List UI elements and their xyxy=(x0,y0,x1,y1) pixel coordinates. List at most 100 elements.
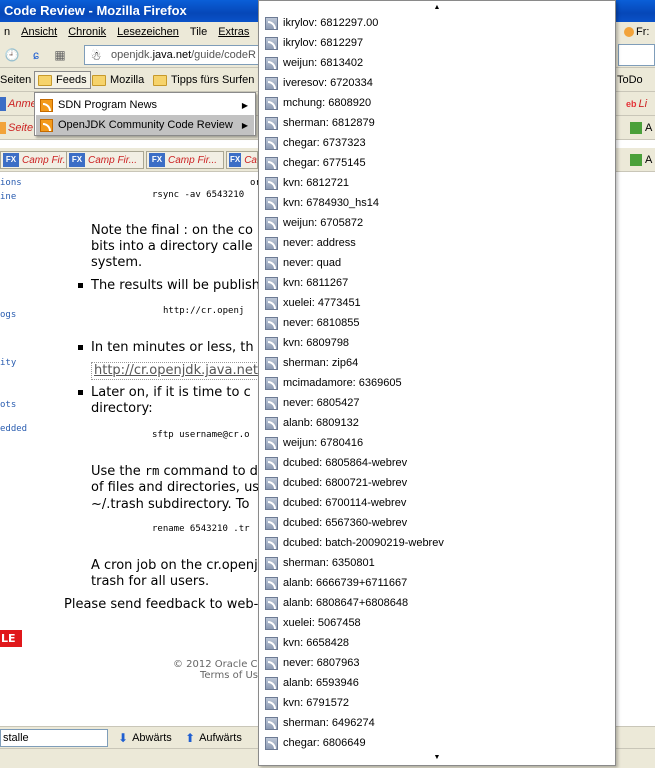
feed-item[interactable]: mcimadamore: 6369605 xyxy=(259,373,615,393)
feed-item[interactable]: iveresov: 6720334 xyxy=(259,73,615,93)
find-previous-button[interactable]: ⬆ Aufwärts xyxy=(185,731,242,745)
feed-item-label: alanb: 6593946 xyxy=(283,677,359,689)
feed-item[interactable]: sherman: zip64 xyxy=(259,353,615,373)
review-link[interactable]: http://cr.openjdk.java.net xyxy=(91,362,261,380)
feed-item[interactable]: sherman: 6496274 xyxy=(259,713,615,733)
feed-item[interactable]: weijun: 6813402 xyxy=(259,53,615,73)
feed-item[interactable]: never: quad xyxy=(259,253,615,273)
feed-item[interactable]: dcubed: 6700114-webrev xyxy=(259,493,615,513)
feed-item[interactable]: dcubed: batch-20090219-webrev xyxy=(259,533,615,553)
feed-item[interactable]: chegar: 6737323 xyxy=(259,133,615,153)
feed-item[interactable]: chegar: 6775145 xyxy=(259,153,615,173)
campfire-tab-label: Ca xyxy=(244,154,257,166)
side-nav-link[interactable]: ity xyxy=(0,358,16,368)
feed-item[interactable]: alanb: 6666739+6711667 xyxy=(259,573,615,593)
oracle-logo[interactable]: LE xyxy=(0,630,22,647)
feed-item-label: alanb: 6666739+6711667 xyxy=(283,577,408,589)
find-next-button[interactable]: ⬇ Abwärts xyxy=(118,731,172,745)
addon-a-1[interactable]: A xyxy=(630,122,652,135)
scroll-up-arrow-icon[interactable]: ▲ xyxy=(259,2,615,13)
bookmark-seiten[interactable]: Seiten xyxy=(0,71,31,89)
feeds-folder-menu: SDN Program News ▶ OpenJDK Community Cod… xyxy=(34,92,256,136)
feed-folder-sdn-program-news[interactable]: SDN Program News ▶ xyxy=(36,95,254,115)
site-identity-icon[interactable]: ☃ xyxy=(88,48,104,64)
addon-a-2[interactable]: A xyxy=(630,154,652,167)
feed-item[interactable]: dcubed: 6567360-webrev xyxy=(259,513,615,533)
side-nav-link[interactable]: ine xyxy=(0,192,16,202)
bookmark-todo[interactable]: ToDo xyxy=(617,71,643,89)
feed-item[interactable]: weijun: 6780416 xyxy=(259,433,615,453)
puzzle-icon xyxy=(630,154,642,167)
rss-feed-icon xyxy=(265,176,278,190)
rss-feed-icon xyxy=(265,156,278,170)
feed-item[interactable]: sherman: 6350801 xyxy=(259,553,615,573)
feed-item[interactable]: xuelei: 5067458 xyxy=(259,613,615,633)
feed-item[interactable]: kvn: 6811267 xyxy=(259,273,615,293)
menu-item-lesezeichen[interactable]: Lesezeichen xyxy=(113,26,183,38)
menu-item-extras[interactable]: Extras xyxy=(214,26,253,38)
grid-icon[interactable]: ▦ xyxy=(52,47,68,63)
feed-item[interactable]: kvn: 6658428 xyxy=(259,633,615,653)
feed-item[interactable]: ikrylov: 6812297 xyxy=(259,33,615,53)
rss-feed-icon xyxy=(265,96,278,110)
feed-folder-openjdk-code-review[interactable]: OpenJDK Community Code Review ▶ xyxy=(36,115,254,135)
feed-item[interactable]: kvn: 6791572 xyxy=(259,693,615,713)
bullet-text: The results will be publish xyxy=(91,278,260,293)
feed-item[interactable]: alanb: 6808647+6808648 xyxy=(259,593,615,613)
side-nav-link[interactable]: ions xyxy=(0,178,22,188)
feed-item[interactable]: ikrylov: 6812297.00 xyxy=(259,13,615,33)
bookmark-folder-mozilla[interactable]: Mozilla xyxy=(92,71,144,89)
campfire-tab[interactable]: FX Ca xyxy=(226,151,258,169)
rss-feed-icon xyxy=(265,456,278,470)
feed-item[interactable]: sherman: 6812879 xyxy=(259,113,615,133)
feed-item[interactable]: alanb: 6809132 xyxy=(259,413,615,433)
feed-item[interactable]: never: address xyxy=(259,233,615,253)
code-line: sftp username@cr.o xyxy=(152,430,250,440)
feed-item[interactable]: kvn: 6784930_hs14 xyxy=(259,193,615,213)
feed-item[interactable]: kvn: 6812721 xyxy=(259,173,615,193)
menu-item-datei[interactable]: n xyxy=(0,26,14,38)
menu-item-chronik[interactable]: Chronik xyxy=(64,26,110,38)
feed-item[interactable]: never: 6807963 xyxy=(259,653,615,673)
feed-item-label: dcubed: 6805864-webrev xyxy=(283,457,408,469)
toolbar-item-ebay[interactable]: eb Li xyxy=(626,95,647,113)
feed-item[interactable]: alanb: 6593946 xyxy=(259,673,615,693)
campfire-tab[interactable]: FX Camp Fir... xyxy=(66,151,144,169)
scroll-down-arrow-icon[interactable]: ▼ xyxy=(259,752,615,763)
rss-feed-icon xyxy=(265,236,278,250)
search-input[interactable] xyxy=(618,44,655,66)
feed-item[interactable]: dcubed: 6800721-webrev xyxy=(259,473,615,493)
menu-item-ansicht[interactable]: Ansicht xyxy=(17,26,61,38)
toolbar-item-anme[interactable]: Anme xyxy=(0,95,37,113)
feed-item[interactable]: never: 6805427 xyxy=(259,393,615,413)
feed-item-label: mchung: 6808920 xyxy=(283,97,372,109)
footer-terms-link[interactable]: Terms of Us xyxy=(200,670,258,681)
feed-item[interactable]: dcubed: 6805864-webrev xyxy=(259,453,615,473)
url-bar[interactable]: openjdk.java.net/guide/codeR xyxy=(84,45,264,65)
rss-feed-icon xyxy=(265,356,278,370)
paragraph-line: Use the rm command to d xyxy=(91,464,258,479)
side-nav-link[interactable]: edded xyxy=(0,424,27,434)
side-nav-link[interactable]: ots xyxy=(0,400,16,410)
bookmark-folder-tipps[interactable]: Tipps fürs Surfen xyxy=(153,71,254,89)
bookmark-folder-feeds[interactable]: Feeds xyxy=(34,71,91,89)
toolbar-item-seite[interactable]: Seite xyxy=(0,119,33,137)
find-input[interactable]: stalle xyxy=(0,729,108,747)
url-domain: java.net xyxy=(152,49,192,61)
side-nav-link[interactable]: ogs xyxy=(0,310,16,320)
history-clock-icon[interactable]: 🕘 xyxy=(4,47,20,63)
feed-item[interactable]: chegar: 6806649 xyxy=(259,733,615,753)
feed-item[interactable]: mchung: 6808920 xyxy=(259,93,615,113)
feed-item[interactable]: xuelei: 4773451 xyxy=(259,293,615,313)
feed-item-label: kvn: 6811267 xyxy=(283,277,349,289)
menu-item-tile[interactable]: Tile xyxy=(186,26,211,38)
bookmark-label: Feeds xyxy=(56,74,87,86)
feed-items-list: ikrylov: 6812297.00 ikrylov: 6812297 weiju… xyxy=(259,13,615,753)
swirl-icon[interactable]: ɕ xyxy=(28,47,44,63)
submenu-arrow-icon: ▶ xyxy=(241,120,248,130)
feed-item[interactable]: never: 6810855 xyxy=(259,313,615,333)
fx-icon: FX xyxy=(69,153,85,167)
campfire-tab[interactable]: FX Camp Fir... xyxy=(146,151,224,169)
feed-item[interactable]: weijun: 6705872 xyxy=(259,213,615,233)
feed-item[interactable]: kvn: 6809798 xyxy=(259,333,615,353)
